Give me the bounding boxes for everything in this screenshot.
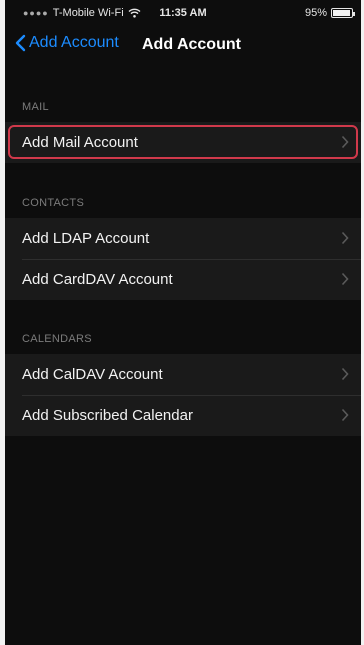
row-label: Add CardDAV Account	[22, 271, 173, 288]
navigation-bar: Add Account Add Account	[5, 28, 361, 64]
chevron-left-icon	[15, 34, 26, 52]
status-right: 95%	[304, 7, 355, 19]
row-label: Add Subscribed Calendar	[22, 407, 193, 424]
add-mail-account-row[interactable]: Add Mail Account	[5, 122, 361, 163]
back-label: Add Account	[29, 34, 119, 51]
chevron-right-icon	[341, 272, 349, 286]
row-label: Add CalDAV Account	[22, 366, 163, 383]
row-label: Add Mail Account	[22, 134, 138, 151]
add-ldap-account-row[interactable]: Add LDAP Account	[5, 218, 361, 259]
battery-icon	[331, 8, 355, 18]
mail-group: Add Mail Account	[5, 122, 361, 163]
chevron-right-icon	[341, 367, 349, 381]
status-bar: ●●●● T-Mobile Wi-Fi 11:35 AM 95%	[5, 0, 361, 26]
screen: ●●●● T-Mobile Wi-Fi 11:35 AM 95% Add Acc…	[5, 0, 361, 645]
chevron-right-icon	[341, 135, 349, 149]
back-button[interactable]: Add Account	[15, 34, 119, 52]
chevron-right-icon	[341, 231, 349, 245]
chevron-right-icon	[341, 408, 349, 422]
section-header-contacts: CONTACTS	[22, 197, 85, 209]
add-caldav-account-row[interactable]: Add CalDAV Account	[5, 354, 361, 395]
add-subscribed-calendar-row[interactable]: Add Subscribed Calendar	[5, 395, 361, 436]
row-label: Add LDAP Account	[22, 230, 150, 247]
section-header-calendars: CALENDARS	[22, 333, 92, 345]
page-title: Add Account	[142, 36, 241, 53]
contacts-group: Add LDAP Account Add CardDAV Account	[5, 218, 361, 300]
section-header-mail: MAIL	[22, 101, 49, 113]
calendars-group: Add CalDAV Account Add Subscribed Calend…	[5, 354, 361, 436]
add-carddav-account-row[interactable]: Add CardDAV Account	[5, 259, 361, 300]
battery-percent: 95%	[304, 7, 327, 19]
